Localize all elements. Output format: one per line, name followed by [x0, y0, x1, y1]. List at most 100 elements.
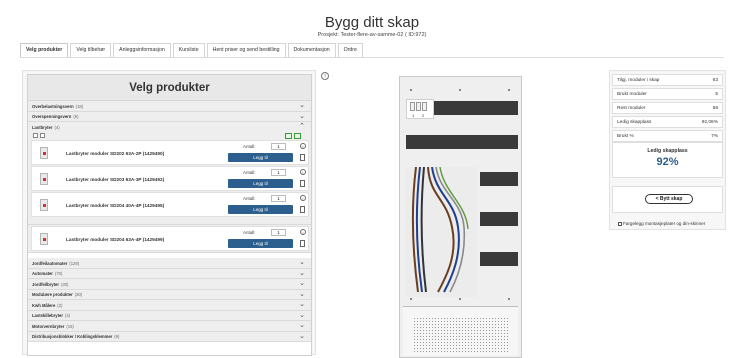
product-name: Lastbryter moduler SD202 63A-2P (1429490…: [66, 151, 165, 156]
din-rail-empty[interactable]: [406, 135, 518, 149]
stat-label: Brukt %: [617, 134, 634, 139]
trash-icon[interactable]: [300, 240, 305, 247]
ventilation-grille: [413, 317, 508, 353]
chevron-down-icon[interactable]: ⌄: [299, 291, 305, 299]
project-line: Prosjekt: Tester-flere-av-samme-02 ( ID:…: [317, 32, 427, 38]
stat-value: 58: [712, 106, 718, 111]
tab-anleggsinformasjon[interactable]: Anleggsinformasjon: [113, 43, 171, 57]
chevron-down-icon[interactable]: ⌄: [299, 102, 305, 110]
stat-value: 63: [712, 78, 718, 83]
category-label: Kwh Målere (2): [32, 302, 63, 308]
din-rail-empty[interactable]: [480, 212, 518, 226]
chevron-down-icon[interactable]: ⌄: [299, 301, 305, 309]
tab-divider: [20, 57, 724, 58]
product-row: Lastbryter moduler SD204 40A-4P (1429495…: [31, 192, 309, 217]
info-icon[interactable]: i: [300, 143, 306, 149]
category-label: Motorvernbryter (15): [32, 323, 74, 329]
trash-icon[interactable]: [300, 154, 305, 161]
info-icon[interactable]: i: [300, 229, 306, 235]
quantity-input[interactable]: 1: [271, 169, 286, 176]
chevron-down-icon[interactable]: ⌄: [299, 312, 305, 320]
tab-velg-produkter[interactable]: Velg produkter: [20, 43, 69, 57]
product-row: Lastbryter moduler SD202 63A-2P (1429490…: [31, 140, 309, 165]
breaker-module[interactable]: [410, 102, 415, 111]
product-name: Lastbryter moduler SD204 40A-4P (1429495…: [66, 203, 165, 208]
trash-icon[interactable]: [300, 206, 305, 213]
chevron-down-icon[interactable]: ⌄: [299, 259, 305, 267]
category-label: Modulære produkter (30): [32, 292, 83, 297]
din-rail-empty[interactable]: [480, 252, 518, 266]
chevron-down-icon[interactable]: ⌄: [299, 113, 305, 121]
checkbox-icon[interactable]: [618, 221, 622, 226]
category-label: Overbelastningsvern (18): [32, 103, 84, 109]
stat-tilgj-moduler: Tilgj. moduler i skap 63: [612, 74, 723, 86]
category-label: Lastskillebryter (4): [32, 313, 71, 318]
bytt-skap-button[interactable]: < Bytt skap: [645, 194, 693, 204]
category-lastskillebryter[interactable]: Lastskillebryter (4) ⌄: [28, 310, 311, 321]
quantity-label: Antall:: [243, 144, 256, 149]
add-button[interactable]: Legg til: [228, 205, 293, 214]
info-icon[interactable]: i: [300, 169, 306, 175]
list-view-icon[interactable]: [33, 133, 38, 138]
stat-ledig-skapplass: Ledig skapplass 92,06%: [612, 116, 723, 128]
checkbox-icon[interactable]: [294, 133, 301, 139]
category-overspenningsvern[interactable]: Overspenningsvern (6) ⌄: [28, 111, 311, 122]
fargelegg-label: Fargelegg montasjeplater og din-skinner: [623, 221, 706, 226]
tab-hent-priser[interactable]: Hent priser og send bestilling: [206, 43, 286, 57]
category-overbelastningsvern[interactable]: Overbelastningsvern (18) ⌄: [28, 101, 311, 112]
quantity-input[interactable]: 1: [271, 229, 286, 236]
category-lastbryter: Lastbryter (4) ⌃ Lastbryter moduler SD202…: [28, 122, 311, 225]
quantity-label: Antall:: [243, 230, 256, 235]
tab-bar: Velg produkter Velg tilbehør Anleggsinfo…: [20, 43, 365, 57]
fargelegg-option[interactable]: Fargelegg montasjeplater og din-skinner: [618, 221, 705, 226]
trash-icon[interactable]: [300, 180, 305, 187]
breaker-icon: [40, 173, 48, 185]
tab-kursliste[interactable]: Kursliste: [172, 43, 205, 57]
category-header-lastbryter[interactable]: Lastbryter (4) ⌃: [28, 122, 311, 131]
view-toggle: [33, 133, 45, 138]
category-automater[interactable]: Automater (70) ⌄: [28, 268, 311, 279]
category-label: Lastbryter (4): [32, 124, 60, 130]
quantity-input[interactable]: 1: [271, 143, 286, 150]
info-icon[interactable]: i: [321, 72, 329, 80]
category-jordfeilautomater[interactable]: Jordfeilautomater (129) ⌄: [28, 258, 311, 269]
category-modulaere-produkter[interactable]: Modulære produkter (30) ⌄: [28, 289, 311, 300]
screw-dot: [410, 89, 412, 91]
chevron-down-icon[interactable]: ⌄: [299, 270, 305, 278]
quantity-input[interactable]: 1: [271, 195, 286, 202]
grid-view-icon[interactable]: [40, 133, 45, 138]
category-label: Automater (70): [32, 271, 63, 276]
cabinet-lower-section: [403, 306, 518, 356]
quantity-label: Antall:: [243, 170, 256, 175]
category-distribusjonsblokker[interactable]: Distribusjonsblokker / Koblingsklemmer (9…: [28, 331, 311, 342]
breaker-module[interactable]: [416, 102, 421, 111]
category-motorvernbryter[interactable]: Motorvernbryter (15) ⌄: [28, 321, 311, 332]
category-jordfeilbryter[interactable]: Jordfeilbryter (30) ⌄: [28, 279, 311, 290]
breaker-module[interactable]: [422, 102, 427, 111]
din-rail-empty[interactable]: [434, 101, 518, 115]
checkbox-icon[interactable]: [285, 133, 292, 139]
category-kwh-malere[interactable]: Kwh Målere (2) ⌄: [28, 300, 311, 311]
chevron-down-icon[interactable]: ⌄: [299, 333, 305, 341]
add-button[interactable]: Legg til: [228, 153, 293, 162]
category-label: Jordfeilbryter (30): [32, 281, 69, 287]
chevron-down-icon[interactable]: ⌄: [299, 322, 305, 330]
tab-dokumentasjon[interactable]: Dokumentasjon: [287, 43, 336, 57]
screw-dot: [459, 298, 461, 300]
breaker-icon: [40, 199, 48, 211]
chevron-up-icon[interactable]: ⌃: [299, 123, 305, 131]
din-rail-empty[interactable]: [480, 172, 518, 186]
add-button[interactable]: Legg til: [228, 239, 293, 248]
tab-ordre[interactable]: Ordre: [337, 43, 363, 57]
info-icon[interactable]: i: [300, 195, 306, 201]
products-panel: Velg produkter Overbelastningsvern (18) ⌄…: [27, 74, 312, 356]
page-title: Bygg ditt skap: [324, 14, 420, 31]
screw-dot: [410, 298, 412, 300]
ledig-label: Ledig skapplass: [647, 148, 688, 154]
add-button[interactable]: Legg til: [228, 179, 293, 188]
chevron-down-icon[interactable]: ⌄: [299, 280, 305, 288]
category-label: Distribusjonsblokker / Koblingsklemmer (9…: [32, 334, 120, 339]
tab-velg-tilbehor[interactable]: Velg tilbehør: [70, 43, 112, 57]
breaker-icon: [40, 147, 48, 159]
cabinet-preview: 1 2: [399, 76, 522, 358]
